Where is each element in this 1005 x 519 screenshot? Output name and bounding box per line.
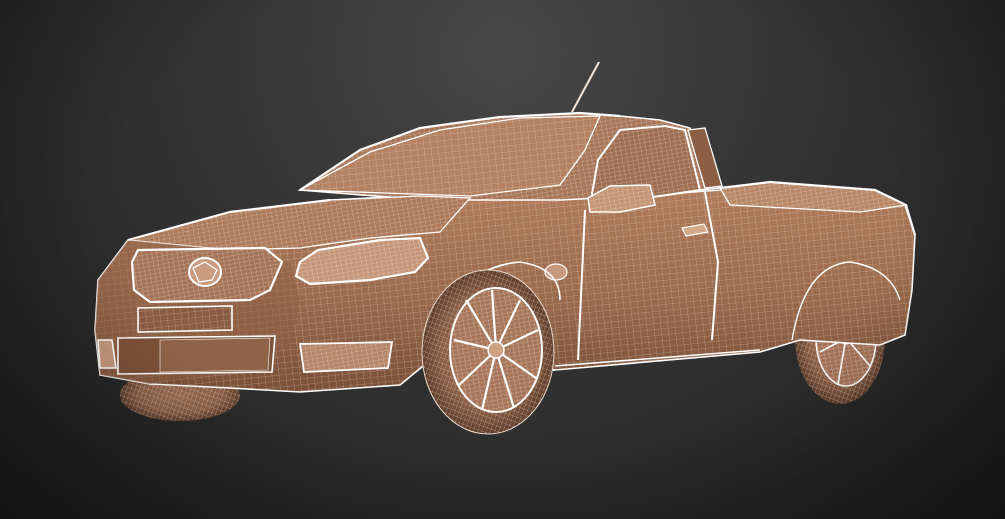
wireframe-render xyxy=(94,61,917,435)
hub-cap xyxy=(487,341,505,359)
viewport xyxy=(0,0,1005,519)
brand-logo xyxy=(188,257,222,287)
front-right-wheel xyxy=(421,269,555,435)
antenna xyxy=(571,61,600,113)
